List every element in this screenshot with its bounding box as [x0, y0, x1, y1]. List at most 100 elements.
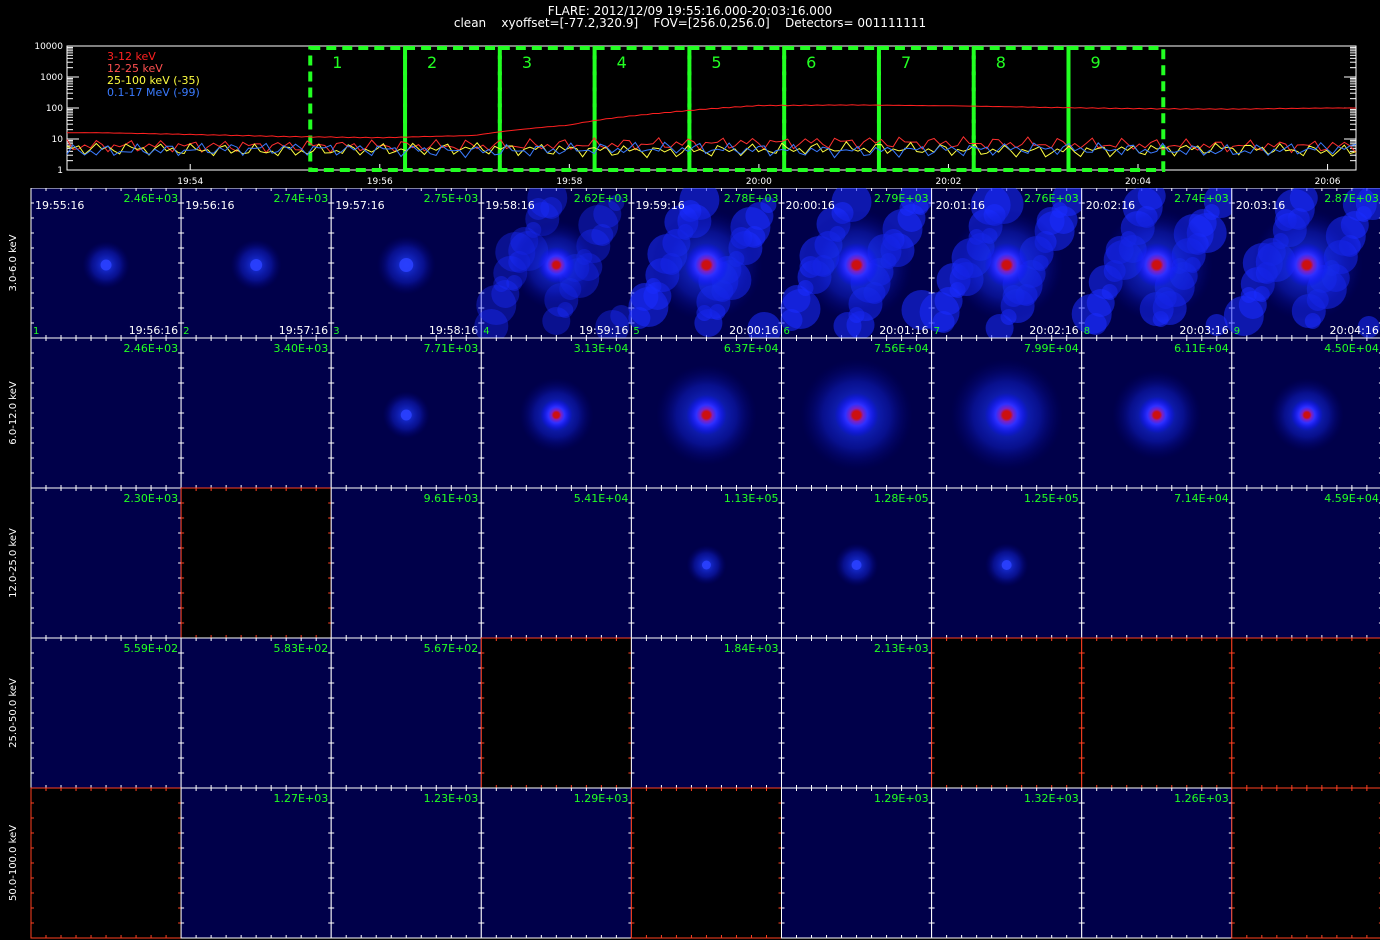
- peak-value: 1.84E+03: [724, 642, 779, 655]
- x-tick-label: 20:06: [1315, 177, 1341, 187]
- peak-value: 2.13E+03: [874, 642, 929, 655]
- interval-box: [497, 46, 597, 172]
- image-panel: [1081, 487, 1233, 639]
- y-tick-label: 1: [57, 166, 63, 176]
- peak-value: 7.14E+04: [1174, 492, 1229, 505]
- x-tick-label: 20:02: [935, 177, 961, 187]
- source-core: [537, 246, 575, 284]
- end-time: 20:02:16: [1029, 324, 1078, 337]
- source-core: [399, 258, 414, 272]
- peak-value: 2.46E+03: [123, 192, 178, 205]
- peak-value: 2.79E+03: [874, 192, 929, 205]
- interval-box: [876, 46, 976, 172]
- source-core: [684, 243, 729, 287]
- interval-label: 5: [711, 53, 721, 72]
- source-core: [1138, 396, 1176, 434]
- peak-value: 2.30E+03: [123, 492, 178, 505]
- peak-value: 1.32E+03: [1024, 792, 1079, 805]
- interval-label: 2: [427, 53, 437, 72]
- peak-value: 3.40E+03: [274, 342, 329, 355]
- image-panel: [330, 487, 482, 639]
- noise-blob: [1240, 287, 1257, 303]
- image-panel: [480, 637, 632, 789]
- peak-value: 2.74E+03: [1174, 192, 1229, 205]
- peak-value: 5.41E+04: [574, 492, 629, 505]
- panel-index: 9: [1234, 326, 1240, 337]
- peak-value: 2.75E+03: [424, 192, 479, 205]
- peak-value: 1.28E+05: [874, 492, 929, 505]
- image-panel: [180, 787, 332, 939]
- source-core: [984, 393, 1029, 437]
- start-time: 20:02:16: [1086, 199, 1135, 212]
- interval-label: 1: [332, 53, 342, 72]
- start-time: 19:56:16: [185, 199, 234, 212]
- image-panel: [1081, 787, 1233, 939]
- start-time: 20:01:16: [936, 199, 985, 212]
- end-time: 20:01:16: [879, 324, 928, 337]
- start-time: 19:59:16: [635, 199, 684, 212]
- row-label: 12.0-25.0 keV: [8, 528, 19, 598]
- image-panel: [180, 637, 332, 789]
- lightcurve-plot: 10000 1000 100 10 1 19:54 19:56 19:58 20:00 20:02…: [34, 42, 1357, 187]
- image-panel: [180, 337, 332, 489]
- y-tick-label: 10000: [34, 42, 63, 52]
- noise-blob: [476, 285, 517, 325]
- image-panel: [30, 787, 182, 939]
- image-panel: [1231, 637, 1380, 789]
- y-tick-label: 10: [52, 135, 64, 145]
- peak-value: 2.62E+03: [574, 192, 629, 205]
- peak-value: 2.87E+03: [1324, 192, 1379, 205]
- start-time: 20:03:16: [1236, 199, 1285, 212]
- image-panel: [630, 637, 783, 789]
- peak-value: 1.23E+03: [424, 792, 479, 805]
- peak-value: 5.67E+02: [424, 642, 479, 655]
- peak-value: 2.74E+03: [274, 192, 329, 205]
- peak-value: 5.59E+02: [123, 642, 178, 655]
- peak-value: 5.83E+02: [274, 642, 329, 655]
- peak-value: 7.56E+04: [874, 342, 929, 355]
- peak-value: 9.61E+03: [424, 492, 479, 505]
- image-panel: [1081, 637, 1233, 789]
- source-core: [1284, 243, 1329, 287]
- start-time: 19:55:16: [35, 199, 84, 212]
- image-panel: [1231, 487, 1380, 639]
- row-label: 3.0-6.0 keV: [8, 234, 19, 291]
- end-time: 19:58:16: [429, 324, 478, 337]
- panel-index: 5: [633, 326, 639, 337]
- end-time: 20:03:16: [1179, 324, 1228, 337]
- interval-label: 8: [996, 53, 1006, 72]
- source-core: [540, 399, 573, 431]
- noise-blob: [1071, 294, 1112, 334]
- end-time: 20:04:16: [1329, 324, 1378, 337]
- end-time: 19:57:16: [279, 324, 328, 337]
- panel-index: 8: [1084, 326, 1090, 337]
- panel-index: 7: [934, 326, 940, 337]
- source-core: [250, 259, 263, 271]
- panel-index: 3: [333, 326, 339, 337]
- peak-value: 1.26E+03: [1174, 792, 1229, 805]
- image-panel: [480, 787, 632, 939]
- source-core: [1134, 243, 1179, 287]
- start-time: 20:00:16: [786, 199, 835, 212]
- row-label: 50.0-100.0 keV: [8, 825, 19, 901]
- peak-value: 7.71E+03: [424, 342, 479, 355]
- legend-entry: 0.1-17 MeV (-99): [107, 86, 200, 99]
- interval-label: 9: [1091, 53, 1101, 72]
- peak-value: 1.29E+03: [874, 792, 929, 805]
- image-panel: [1231, 787, 1380, 939]
- image-panel: [30, 487, 182, 639]
- interval-label: 7: [901, 53, 911, 72]
- peak-value: 4.59E+04: [1324, 492, 1379, 505]
- x-tick-label: 19:56: [367, 177, 393, 187]
- peak-value: 2.78E+03: [724, 192, 779, 205]
- source-core: [834, 243, 879, 287]
- source-core: [834, 393, 879, 437]
- end-time: 20:00:16: [729, 324, 778, 337]
- source-core: [1001, 560, 1012, 570]
- source-core: [984, 243, 1029, 287]
- peak-value: 4.50E+04: [1324, 342, 1379, 355]
- x-tick-label: 20:04: [1125, 177, 1151, 187]
- start-time: 19:58:16: [485, 199, 534, 212]
- interval-label: 6: [806, 53, 816, 72]
- source-core: [400, 409, 412, 421]
